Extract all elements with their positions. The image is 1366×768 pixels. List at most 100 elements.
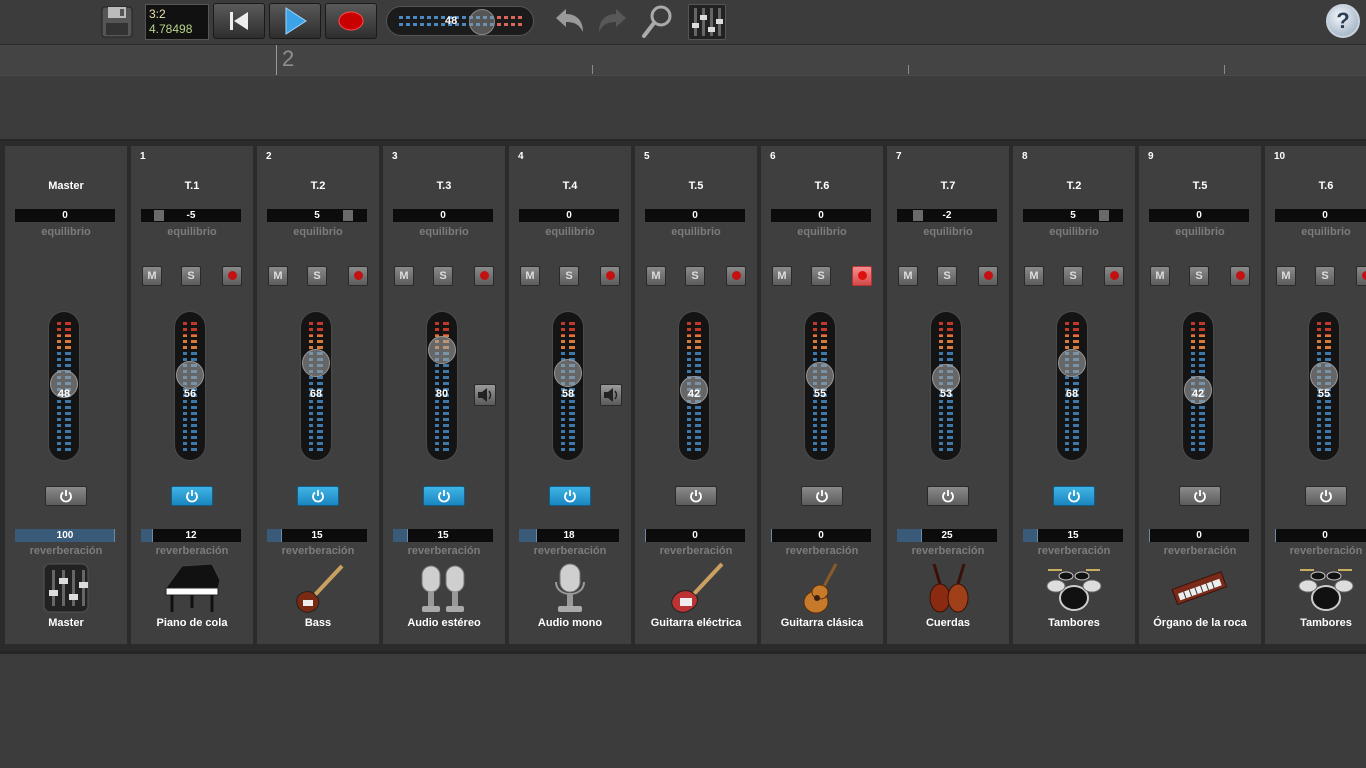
solo-button[interactable]: S bbox=[1063, 266, 1083, 286]
volume-fader[interactable]: 48 bbox=[48, 311, 80, 461]
tempo-knob[interactable] bbox=[469, 9, 495, 35]
fader-knob[interactable] bbox=[1310, 362, 1338, 391]
record-button[interactable] bbox=[325, 3, 377, 39]
acoustic-guitar-icon[interactable] bbox=[792, 560, 852, 616]
record-arm-button[interactable] bbox=[852, 266, 872, 286]
power-button[interactable] bbox=[927, 486, 969, 506]
reverb-slider[interactable]: 0 bbox=[1149, 529, 1249, 542]
fader-knob[interactable] bbox=[1058, 348, 1086, 377]
record-arm-button[interactable] bbox=[1356, 266, 1366, 286]
monitor-speaker-button[interactable] bbox=[474, 384, 496, 406]
power-button[interactable] bbox=[675, 486, 717, 506]
fader-knob[interactable] bbox=[554, 359, 582, 388]
timeline-ruler[interactable]: 2 bbox=[0, 45, 1366, 76]
solo-button[interactable]: S bbox=[1315, 266, 1335, 286]
reverb-slider[interactable]: 12 bbox=[141, 529, 241, 542]
play-button[interactable] bbox=[269, 3, 321, 39]
solo-button[interactable]: S bbox=[811, 266, 831, 286]
zoom-button[interactable] bbox=[640, 4, 674, 45]
mute-button[interactable]: M bbox=[1024, 266, 1044, 286]
volume-fader[interactable]: 42 bbox=[678, 311, 710, 461]
mute-button[interactable]: M bbox=[142, 266, 162, 286]
power-button[interactable] bbox=[801, 486, 843, 506]
balance-slider[interactable]: 0 bbox=[645, 209, 745, 222]
organ-icon[interactable] bbox=[1170, 560, 1230, 616]
microphone-icon[interactable] bbox=[540, 560, 600, 616]
volume-fader[interactable]: 55 bbox=[804, 311, 836, 461]
grand-piano-icon[interactable] bbox=[162, 560, 222, 616]
mute-button[interactable]: M bbox=[646, 266, 666, 286]
volume-fader[interactable]: 53 bbox=[930, 311, 962, 461]
reverb-slider[interactable]: 0 bbox=[771, 529, 871, 542]
power-button[interactable] bbox=[549, 486, 591, 506]
power-button[interactable] bbox=[45, 486, 87, 506]
balance-slider[interactable]: 0 bbox=[1149, 209, 1249, 222]
balance-slider[interactable]: -2 bbox=[897, 209, 997, 222]
reverb-slider[interactable]: 15 bbox=[267, 529, 367, 542]
volume-fader[interactable]: 68 bbox=[1056, 311, 1088, 461]
reverb-slider[interactable]: 18 bbox=[519, 529, 619, 542]
reverb-slider[interactable]: 0 bbox=[1275, 529, 1366, 542]
bass-guitar-icon[interactable] bbox=[288, 560, 348, 616]
solo-button[interactable]: S bbox=[685, 266, 705, 286]
volume-fader[interactable]: 68 bbox=[300, 311, 332, 461]
mute-button[interactable]: M bbox=[1150, 266, 1170, 286]
power-button[interactable] bbox=[171, 486, 213, 506]
drum-kit-icon[interactable] bbox=[1296, 560, 1356, 616]
record-arm-button[interactable] bbox=[222, 266, 242, 286]
balance-slider[interactable]: 0 bbox=[1275, 209, 1366, 222]
volume-fader[interactable]: 58 bbox=[552, 311, 584, 461]
balance-slider[interactable]: 0 bbox=[15, 209, 115, 222]
mixer-view-button[interactable] bbox=[688, 4, 726, 40]
monitor-speaker-button[interactable] bbox=[600, 384, 622, 406]
electric-guitar-icon[interactable] bbox=[666, 560, 726, 616]
record-arm-button[interactable] bbox=[1230, 266, 1250, 286]
balance-slider[interactable]: 0 bbox=[519, 209, 619, 222]
balance-slider[interactable]: 0 bbox=[393, 209, 493, 222]
stereo-microphone-icon[interactable] bbox=[414, 560, 474, 616]
fader-knob[interactable] bbox=[428, 336, 456, 364]
record-arm-button[interactable] bbox=[726, 266, 746, 286]
reverb-slider[interactable]: 15 bbox=[393, 529, 493, 542]
solo-button[interactable]: S bbox=[1189, 266, 1209, 286]
volume-fader[interactable]: 55 bbox=[1308, 311, 1340, 461]
record-arm-button[interactable] bbox=[474, 266, 494, 286]
power-button[interactable] bbox=[1053, 486, 1095, 506]
redo-button[interactable] bbox=[596, 6, 630, 41]
save-button[interactable] bbox=[100, 4, 134, 40]
balance-slider[interactable]: 5 bbox=[1023, 209, 1123, 222]
record-arm-button[interactable] bbox=[348, 266, 368, 286]
mute-button[interactable]: M bbox=[1276, 266, 1296, 286]
help-button[interactable]: ? bbox=[1326, 4, 1360, 38]
mute-button[interactable]: M bbox=[268, 266, 288, 286]
fader-knob[interactable] bbox=[302, 348, 330, 377]
mute-button[interactable]: M bbox=[520, 266, 540, 286]
reverb-slider[interactable]: 0 bbox=[645, 529, 745, 542]
balance-slider[interactable]: 5 bbox=[267, 209, 367, 222]
solo-button[interactable]: S bbox=[937, 266, 957, 286]
power-button[interactable] bbox=[297, 486, 339, 506]
drum-kit-icon[interactable] bbox=[1044, 560, 1104, 616]
fader-knob[interactable] bbox=[806, 362, 834, 391]
rewind-button[interactable] bbox=[213, 3, 265, 39]
violin-icon[interactable] bbox=[918, 560, 978, 616]
volume-fader[interactable]: 42 bbox=[1182, 311, 1214, 461]
reverb-slider[interactable]: 15 bbox=[1023, 529, 1123, 542]
track-area[interactable] bbox=[0, 76, 1366, 138]
mute-button[interactable]: M bbox=[898, 266, 918, 286]
solo-button[interactable]: S bbox=[559, 266, 579, 286]
mixer-icon[interactable] bbox=[36, 560, 96, 616]
power-button[interactable] bbox=[423, 486, 465, 506]
record-arm-button[interactable] bbox=[1104, 266, 1124, 286]
power-button[interactable] bbox=[1179, 486, 1221, 506]
solo-button[interactable]: S bbox=[433, 266, 453, 286]
solo-button[interactable]: S bbox=[307, 266, 327, 286]
record-arm-button[interactable] bbox=[600, 266, 620, 286]
volume-fader[interactable]: 80 bbox=[426, 311, 458, 461]
fader-knob[interactable] bbox=[176, 361, 204, 390]
balance-slider[interactable]: -5 bbox=[141, 209, 241, 222]
undo-button[interactable] bbox=[552, 6, 586, 41]
volume-fader[interactable]: 56 bbox=[174, 311, 206, 461]
mute-button[interactable]: M bbox=[394, 266, 414, 286]
record-arm-button[interactable] bbox=[978, 266, 998, 286]
